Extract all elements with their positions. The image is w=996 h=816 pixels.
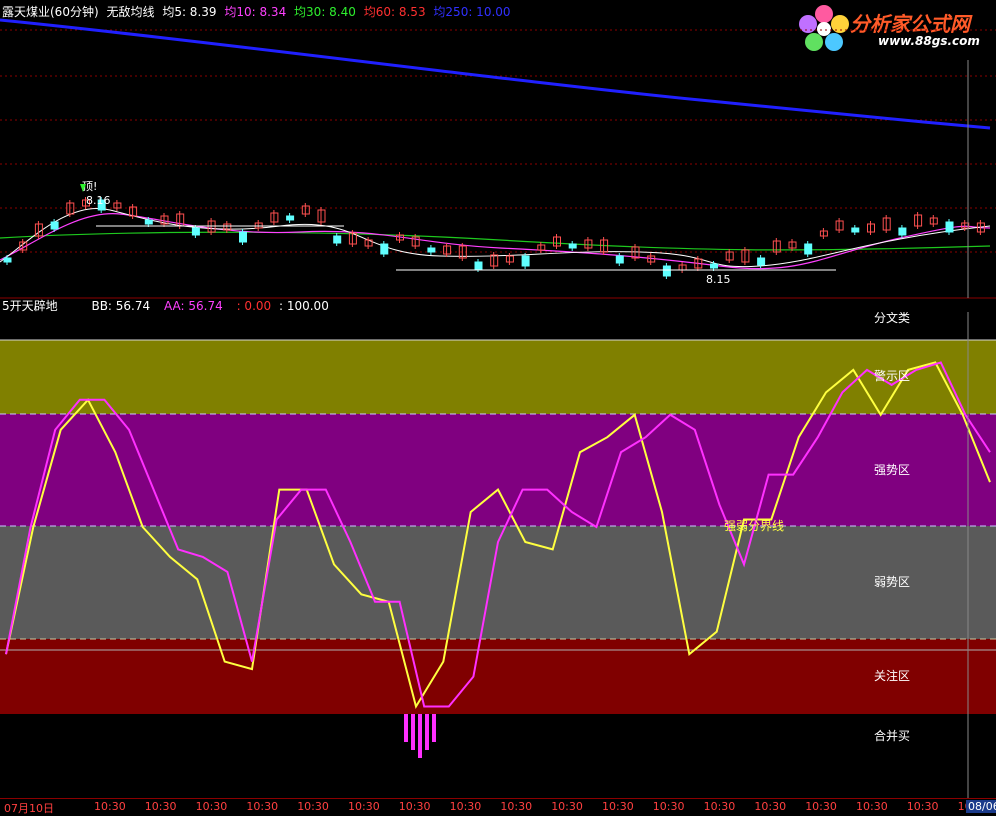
indicator-chart: 分文类 警示区 强势区 强弱分界线 弱势区 关注区 合并买 — [0, 312, 996, 798]
time-tick: 10:30 — [703, 800, 736, 813]
v1-value: : 0.00 — [236, 299, 272, 313]
time-tick: 10:30 — [94, 800, 126, 813]
zone-label-warning: 警示区 — [874, 368, 910, 383]
time-tick: 10:30 — [754, 800, 787, 813]
candle-body — [427, 247, 436, 253]
zone-label-weak: 弱势区 — [874, 575, 910, 589]
candle-body — [804, 243, 813, 255]
candle-body — [505, 255, 514, 263]
time-tick: 10:30 — [348, 800, 380, 813]
candle-body — [710, 263, 718, 269]
time-tick: 10:30 — [195, 800, 228, 813]
time-tick: 10:30 — [246, 800, 279, 813]
time-tick: 10:30 — [906, 800, 939, 813]
zone-label-top-cut: 分文类 — [874, 312, 910, 325]
candle-body — [615, 255, 624, 264]
price-chart: 顶! 8.16 8.15 — [0, 18, 996, 299]
zone-label-watch: 关注区 — [874, 668, 910, 683]
time-tick: 10:30 — [551, 800, 583, 813]
aa-value: AA: 56.74 — [163, 299, 223, 313]
time-tick: 10:30 — [602, 800, 634, 813]
candle-body — [898, 227, 907, 236]
candle-body — [380, 243, 389, 255]
candle-body — [144, 219, 153, 225]
candle-body — [851, 227, 860, 233]
zone-label-strong: 强势区 — [874, 463, 910, 477]
candle-body — [757, 257, 766, 266]
bb-value: BB: 56.74 — [91, 299, 151, 313]
time-axis: 07月10日 10:30 10:30 10:30 10:30 10:30 10:30 10:… — [0, 798, 996, 815]
zone-strong — [0, 414, 996, 526]
time-tick: 10:30 — [652, 800, 685, 813]
zone-label-buy: 合并买 — [874, 728, 910, 743]
time-tick: 10:30 — [449, 800, 482, 813]
indicator-title: 5开天辟地 — [2, 299, 58, 313]
candle-body — [239, 231, 247, 243]
candle-body — [662, 265, 671, 277]
time-tick: 10:30 — [500, 800, 533, 813]
candle-body — [945, 221, 954, 233]
v2-value: : 100.00 — [278, 299, 329, 313]
zone-warning — [0, 340, 996, 414]
candle-body — [333, 235, 342, 244]
candle-body — [50, 221, 59, 230]
ma250-line — [0, 18, 991, 130]
candle-body — [3, 257, 12, 263]
time-tick: 10:30 — [398, 800, 431, 813]
candle-body — [568, 243, 577, 249]
time-tick-last: 08/06 — [966, 800, 996, 813]
divider-label: 强弱分界线 — [724, 519, 784, 533]
candle-body — [286, 215, 295, 221]
time-tick: 10:30 — [856, 800, 888, 813]
time-tick: 10:30 — [297, 800, 329, 813]
indicator-header: 5开天辟地 BB: 56.74 AA: 56.74 : 0.00 : 100.0… — [2, 299, 333, 313]
time-tick: 10:30 — [144, 800, 177, 813]
candle-body — [521, 255, 530, 267]
candle-body — [474, 261, 483, 270]
time-tick: 10:30 — [805, 800, 837, 813]
candle-body — [191, 227, 200, 236]
high-price-label: 8.16 — [86, 194, 111, 207]
low-price-label: 8.15 — [706, 273, 731, 286]
